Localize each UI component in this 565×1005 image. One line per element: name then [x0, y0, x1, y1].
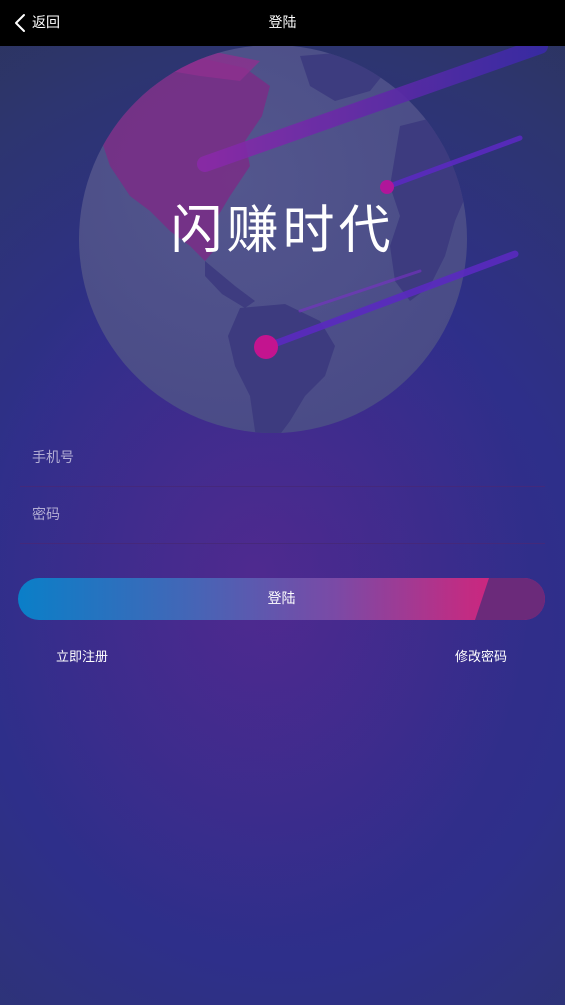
login-screen: 闪赚时代 登陆 立即注册 修改密码: [0, 46, 565, 1005]
page-title: 登陆: [268, 15, 297, 31]
register-link[interactable]: 立即注册: [56, 649, 108, 667]
phone-input[interactable]: [20, 430, 545, 486]
login-button-label: 登陆: [267, 591, 296, 607]
password-field: [20, 487, 545, 544]
top-bar: 返回 登陆: [0, 0, 565, 46]
app-logo: 闪赚时代: [170, 201, 395, 261]
password-input[interactable]: [20, 487, 545, 543]
login-button[interactable]: 登陆: [18, 578, 545, 620]
phone-field: [20, 430, 545, 487]
change-password-link[interactable]: 修改密码: [455, 649, 507, 667]
